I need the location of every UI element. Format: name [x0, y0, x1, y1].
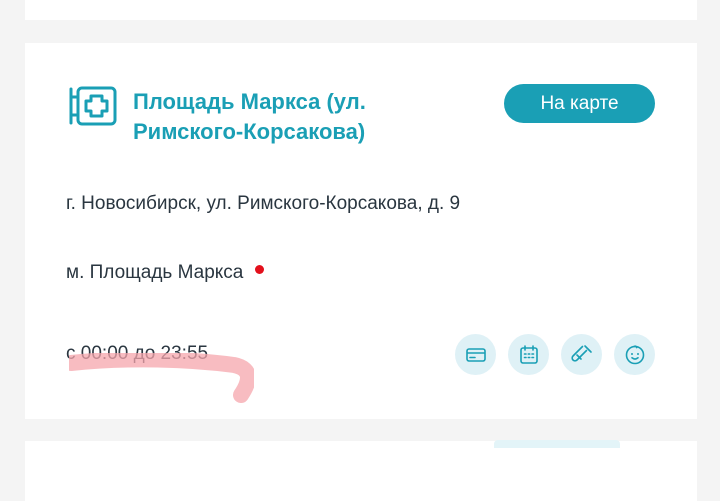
pediatrics-feature[interactable]: [614, 334, 655, 375]
opening-hours: с 00:00 до 23:55: [66, 343, 209, 364]
child-face-icon: [625, 344, 644, 364]
clinic-title[interactable]: Площадь Маркса (ул. Римского-Корсакова): [133, 87, 463, 147]
lab-tests-feature[interactable]: [561, 334, 602, 375]
metro-line-dot: [255, 264, 265, 274]
clinic-address: г. Новосибирск, ул. Римского-Корсакова, …: [66, 193, 461, 214]
clinic-sign-icon: [69, 86, 117, 126]
previous-clinic-card: [25, 0, 697, 20]
metro-label: м. Площадь Маркса: [66, 262, 244, 283]
card-payment-feature[interactable]: [455, 334, 496, 375]
appointment-feature[interactable]: [508, 334, 549, 375]
test-tube-icon: [570, 344, 592, 362]
metro-station: м. Площадь Маркса: [66, 262, 265, 284]
next-card-map-button[interactable]: [494, 440, 620, 448]
clinic-features: [455, 334, 655, 375]
clinic-card: Площадь Маркса (ул. Римского-Корсакова) …: [25, 43, 697, 419]
show-on-map-button[interactable]: На карте: [504, 84, 655, 123]
next-clinic-card: [25, 441, 697, 501]
calendar-icon: [519, 344, 538, 364]
card-payment-icon: [465, 347, 486, 362]
